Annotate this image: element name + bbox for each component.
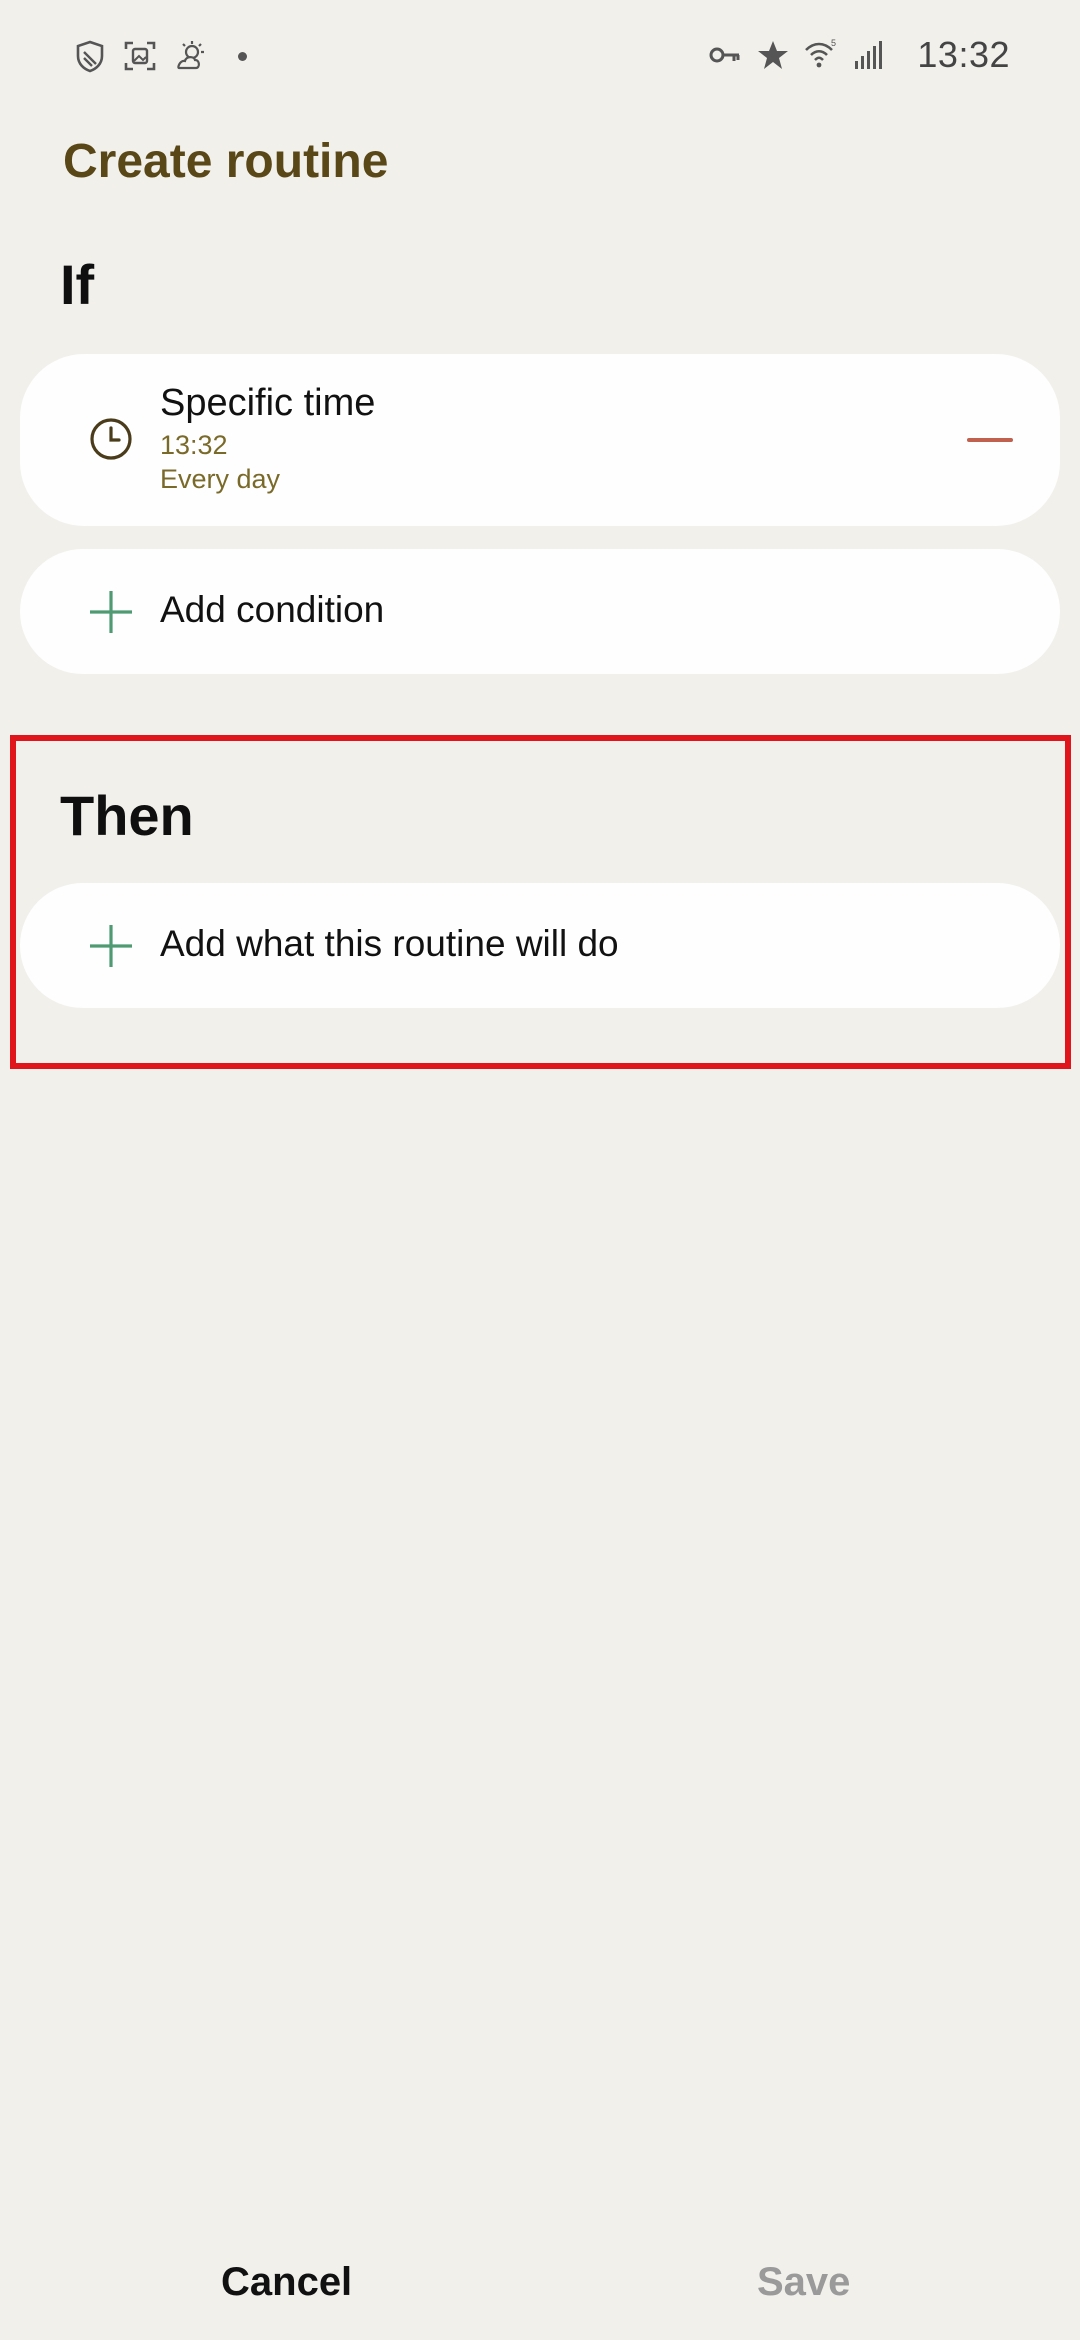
save-button[interactable]: Save bbox=[757, 2260, 850, 2305]
remove-condition-button[interactable] bbox=[960, 414, 1020, 466]
add-action-label: Add what this routine will do bbox=[160, 923, 619, 964]
if-heading: If bbox=[60, 253, 95, 316]
condition-card-specific-time[interactable]: Specific time 13:32 Every day bbox=[20, 354, 1060, 526]
star-icon bbox=[758, 41, 789, 69]
plus-icon bbox=[90, 925, 132, 967]
condition-title: Specific time bbox=[160, 382, 376, 424]
clock-icon bbox=[90, 418, 132, 460]
then-heading: Then bbox=[60, 784, 194, 847]
signal-icon bbox=[855, 41, 883, 69]
add-condition-button[interactable]: Add condition bbox=[20, 549, 1060, 674]
weather-icon bbox=[177, 41, 204, 70]
page-title: Create routine bbox=[63, 135, 389, 188]
status-right-icons: 5 13:32 bbox=[707, 34, 1010, 76]
condition-time: 13:32 bbox=[160, 430, 228, 460]
add-condition-label: Add condition bbox=[160, 589, 385, 630]
status-bar: 5 13:32 bbox=[0, 0, 1080, 120]
shield-icon bbox=[76, 40, 104, 73]
screenshot-icon bbox=[124, 41, 156, 71]
add-action-button[interactable]: Add what this routine will do bbox=[20, 883, 1060, 1008]
bottom-bar: Cancel Save bbox=[0, 2220, 1080, 2340]
cancel-button[interactable]: Cancel bbox=[221, 2260, 352, 2305]
status-left-icons bbox=[72, 38, 247, 74]
notification-dot bbox=[238, 51, 247, 61]
condition-repeat: Every day bbox=[160, 464, 281, 494]
svg-text:5: 5 bbox=[831, 38, 836, 48]
status-time: 13:32 bbox=[917, 34, 1010, 75]
wifi-icon: 5 bbox=[805, 38, 836, 68]
key-icon bbox=[709, 47, 740, 63]
plus-icon bbox=[90, 591, 132, 633]
minus-icon bbox=[967, 438, 1013, 442]
